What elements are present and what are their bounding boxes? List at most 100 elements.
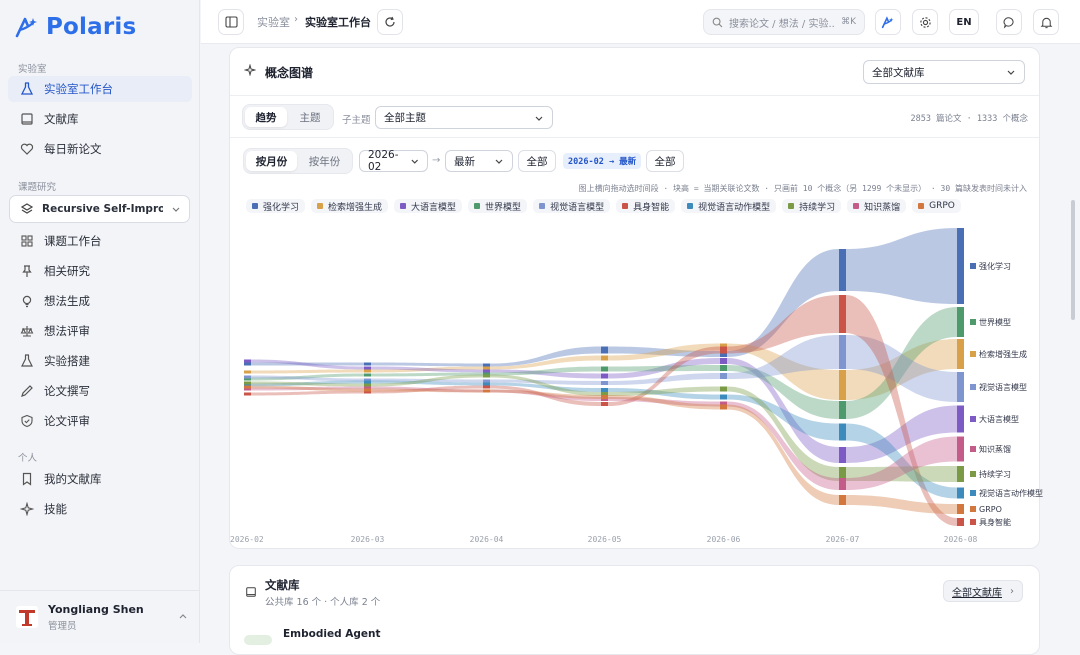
series-node[interactable] [483, 369, 490, 373]
series-node[interactable] [839, 478, 846, 490]
series-node[interactable] [364, 369, 371, 373]
sidebar-item-skills[interactable]: 技能 [8, 496, 192, 522]
legend-item[interactable]: 持续学习 [782, 199, 842, 213]
series-node[interactable] [720, 386, 727, 392]
scope-select[interactable]: 全部文献库 [863, 60, 1025, 84]
series-node[interactable] [364, 362, 371, 366]
sidebar-item-library[interactable]: 文献库 [8, 106, 192, 132]
series-node[interactable] [957, 504, 964, 514]
series-node[interactable] [957, 339, 964, 369]
series-node[interactable] [601, 388, 608, 392]
series-node[interactable] [483, 374, 490, 378]
legend-item[interactable]: 视觉语言模型 [533, 199, 611, 213]
search-input[interactable]: 搜索论文 / 想法 / 实验... ⌘K [703, 9, 865, 35]
series-node[interactable] [244, 381, 251, 385]
breadcrumb-parent[interactable]: 实验室 [257, 14, 290, 30]
polaris-assistant-button[interactable] [875, 9, 901, 35]
series-node[interactable] [720, 358, 727, 364]
series-node[interactable] [720, 394, 727, 400]
tab-by-year[interactable]: 按年份 [299, 151, 350, 171]
language-toggle[interactable]: EN [949, 9, 979, 35]
toggle-sidebar-button[interactable] [218, 9, 244, 35]
series-node[interactable] [957, 228, 964, 304]
series-node[interactable] [244, 392, 251, 396]
notifications-button[interactable] [1033, 9, 1059, 35]
series-node[interactable] [839, 249, 846, 291]
series-node[interactable] [601, 355, 608, 361]
series-node[interactable] [957, 405, 964, 433]
series-node[interactable] [839, 295, 846, 333]
series-node[interactable] [244, 370, 251, 374]
legend-item[interactable]: GRPO [912, 199, 961, 213]
series-node[interactable] [839, 447, 846, 463]
series-node[interactable] [720, 373, 727, 379]
series-node[interactable] [364, 388, 371, 392]
series-node[interactable] [364, 366, 371, 370]
series-node[interactable] [364, 380, 371, 384]
series-node[interactable] [483, 363, 490, 367]
sidebar-item-related-research[interactable]: 相关研究 [8, 258, 192, 284]
user-profile[interactable]: Yongliang Shen 管理员 [0, 590, 200, 643]
sidebar-item-my-library[interactable]: 我的文献库 [8, 466, 192, 492]
sidebar-item-idea-generation[interactable]: 想法生成 [8, 288, 192, 314]
sidebar-item-idea-review[interactable]: 想法评审 [8, 318, 192, 344]
series-ribbon[interactable] [251, 369, 364, 374]
series-ribbon[interactable] [846, 495, 957, 514]
project-select[interactable]: Recursive Self-Improvement [9, 195, 190, 223]
series-node[interactable] [957, 466, 964, 482]
legend-item[interactable]: 强化学习 [246, 199, 306, 213]
legend-item[interactable]: 具身智能 [616, 199, 676, 213]
show-all-button[interactable]: 全部 [646, 150, 684, 172]
reset-range-button[interactable]: 全部 [518, 150, 556, 172]
chat-button[interactable] [996, 9, 1022, 35]
series-node[interactable] [601, 366, 608, 372]
sidebar-item-paper-review[interactable]: 论文评审 [8, 408, 192, 434]
series-node[interactable] [957, 372, 964, 402]
series-node[interactable] [957, 307, 964, 337]
legend-item[interactable]: 世界模型 [468, 199, 528, 213]
sidebar-item-project-workbench[interactable]: 课题工作台 [8, 228, 192, 254]
series-node[interactable] [601, 381, 608, 385]
series-node[interactable] [601, 395, 608, 399]
series-ribbon[interactable] [608, 365, 720, 372]
date-to-select[interactable]: 最新 [445, 150, 513, 172]
series-node[interactable] [244, 375, 251, 379]
refresh-button[interactable] [377, 9, 403, 35]
series-node[interactable] [839, 370, 846, 400]
series-node[interactable] [720, 404, 727, 410]
series-node[interactable] [839, 423, 846, 441]
page-scrollbar[interactable] [1071, 200, 1075, 320]
legend-item[interactable]: 检索增强生成 [311, 199, 389, 213]
all-libraries-button[interactable]: 全部文献库 › [943, 580, 1023, 602]
series-node[interactable] [244, 362, 251, 366]
series-node[interactable] [244, 359, 251, 363]
library-item-title[interactable]: Embodied Agent [283, 628, 381, 640]
tab-by-month[interactable]: 按月份 [246, 151, 297, 171]
series-node[interactable] [720, 346, 727, 354]
series-node[interactable] [839, 401, 846, 419]
tab-topic[interactable]: 主题 [289, 107, 331, 127]
series-node[interactable] [483, 366, 490, 370]
series-node[interactable] [483, 385, 490, 389]
subtopic-select[interactable]: 全部主题 [375, 106, 553, 129]
sidebar-item-paper-writing[interactable]: 论文撰写 [8, 378, 192, 404]
series-node[interactable] [483, 382, 490, 386]
series-node[interactable] [244, 385, 251, 389]
series-node[interactable] [601, 402, 608, 406]
sidebar-item-experiment-setup[interactable]: 实验搭建 [8, 348, 192, 374]
series-node[interactable] [839, 495, 846, 505]
series-node[interactable] [957, 436, 964, 462]
series-node[interactable] [483, 389, 490, 393]
series-ribbon[interactable] [846, 228, 957, 304]
series-node[interactable] [601, 346, 608, 354]
series-ribbon[interactable] [371, 362, 483, 367]
date-from-select[interactable]: 2026-02 [359, 149, 428, 173]
series-node[interactable] [957, 487, 964, 499]
series-node[interactable] [839, 335, 846, 369]
series-node[interactable] [364, 373, 371, 377]
sidebar-item-lab-workbench[interactable]: 实验室工作台 [8, 76, 192, 102]
settings-button[interactable] [912, 9, 938, 35]
series-node[interactable] [720, 365, 727, 371]
concept-trend-chart[interactable]: 强化学习世界模型检索增强生成视觉语言模型大语言模型知识蒸馏持续学习视觉语言动作模… [230, 214, 1050, 548]
legend-item[interactable]: 视觉语言动作模型 [681, 199, 777, 213]
